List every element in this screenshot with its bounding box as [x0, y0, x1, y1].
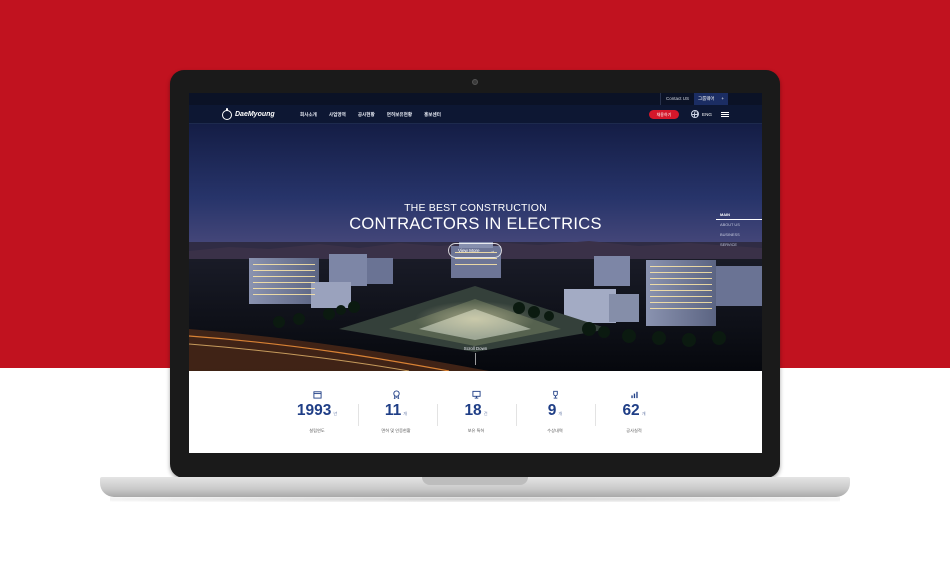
menu-item-pr-center[interactable]: 홍보센터: [424, 105, 441, 124]
side-nav-service[interactable]: SERVICE: [716, 240, 762, 250]
stat-unit: 건: [483, 411, 488, 416]
stat-projects: 62 개 공사실적: [594, 390, 674, 434]
stat-unit: 년: [333, 411, 338, 416]
logo-text: DaeMyoung: [235, 111, 275, 118]
stat-value: 9: [547, 402, 557, 419]
main-menu: 회사소개 사업영역 공사현황 면허보유현황 홍보센터: [300, 105, 441, 124]
main-navbar: DaeMyoung 회사소개 사업영역 공사현황 면허보유현황 홍보센터 채용하…: [189, 105, 762, 124]
stats-section: 1993 년 설립연도 11 개 면허 및 인증현황 18 건 보유 특허 9 …: [189, 371, 762, 453]
side-nav-about[interactable]: ABOUT US: [716, 220, 762, 230]
webcam-icon: [472, 79, 478, 85]
company-logo[interactable]: DaeMyoung: [222, 107, 275, 121]
globe-icon[interactable]: [691, 110, 699, 118]
laptop-notch: [422, 477, 528, 485]
stat-awards: 9개 수상내역: [515, 390, 595, 434]
stat-label: 공사실적: [626, 428, 642, 433]
stat-unit: 개: [403, 411, 408, 416]
groupware-link[interactable]: 그룹웨어 +: [694, 93, 728, 105]
scroll-down-label[interactable]: Scroll Down: [189, 346, 762, 351]
utility-bar: Contact US 그룹웨어 +: [189, 93, 762, 105]
stat-value: 62: [622, 402, 640, 419]
stat-value: 11: [384, 402, 402, 419]
trophy-icon: [552, 390, 558, 399]
language-toggle[interactable]: ENG: [702, 105, 712, 124]
stat-unit: 개: [641, 411, 646, 416]
stat-founded: 1993 년 설립연도: [277, 390, 357, 434]
scroll-indicator-line: [475, 353, 476, 365]
website-screen: Contact US 그룹웨어 + DaeMyoung 회사소개 사업영역 공사…: [189, 93, 762, 453]
stat-licenses: 11 개 면허 및 인증현황: [356, 390, 436, 434]
plus-icon: +: [721, 96, 724, 101]
laptop-base: [100, 477, 850, 497]
stat-label: 설립연도: [309, 428, 325, 433]
hamburger-menu-icon[interactable]: [721, 112, 729, 117]
stat-value: 18: [464, 402, 482, 419]
award-icon: [392, 390, 400, 399]
stat-value: 1993: [296, 402, 332, 419]
monitor-icon: [471, 390, 481, 399]
hero-banner: THE BEST CONSTRUCTION CONTRACTORS IN ELE…: [189, 124, 762, 371]
view-more-label: View More: [458, 248, 480, 253]
stat-unit: 개: [558, 411, 563, 416]
stat-patents: 18 건 보유 특허: [436, 390, 516, 434]
menu-item-company[interactable]: 회사소개: [300, 105, 317, 124]
chart-icon: [630, 391, 638, 399]
view-more-button[interactable]: View More →: [448, 243, 502, 258]
stat-label: 보유 특허: [467, 428, 485, 433]
section-side-nav: MAIN ABOUT US BUSINESS SERVICE: [716, 210, 762, 250]
side-nav-main[interactable]: MAIN: [716, 210, 762, 220]
calendar-icon: [312, 391, 322, 399]
arrow-right-icon: →: [490, 248, 495, 253]
hero-title-line1: THE BEST CONSTRUCTION: [404, 202, 547, 214]
stat-label: 수상내역: [547, 428, 563, 433]
hero-title-line2: CONTRACTORS IN ELECTRICS: [349, 215, 602, 233]
contact-us-link[interactable]: Contact US: [660, 93, 694, 105]
stat-label: 면허 및 인증현황: [381, 428, 411, 433]
recruit-button[interactable]: 채용하기: [649, 110, 679, 119]
menu-item-licenses[interactable]: 면허보유현황: [387, 105, 412, 124]
groupware-label: 그룹웨어: [698, 96, 715, 101]
side-nav-business[interactable]: BUSINESS: [716, 230, 762, 240]
menu-item-business[interactable]: 사업영역: [329, 105, 346, 124]
menu-item-construction[interactable]: 공사현황: [358, 105, 375, 124]
logo-apple-icon: [222, 107, 232, 120]
